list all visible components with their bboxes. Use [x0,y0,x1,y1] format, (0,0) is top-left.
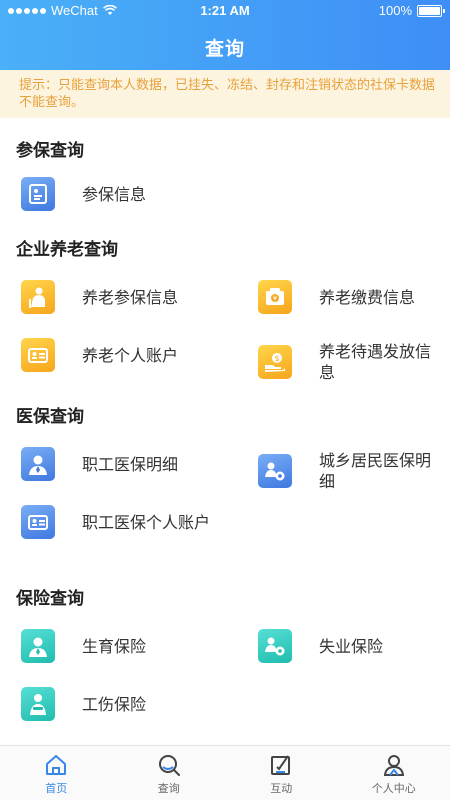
menu-item-label: 职工医保明细 [82,454,179,474]
menu-item-pension-account[interactable]: 养老个人账户 [21,330,236,380]
injured-person-icon [21,687,55,721]
tab-bar: 首页 查询 互动 个人中心 [0,745,450,800]
document-card-icon [21,177,55,211]
edit-icon [271,755,291,775]
elderly-person-icon [21,280,55,314]
menu-item-employee-medical-detail[interactable]: 职工医保明细 [21,439,236,489]
menu-item-label: 职工医保个人账户 [82,512,211,532]
menu-item-label: 养老参保信息 [82,287,179,307]
menu-item-injury-insurance[interactable]: 工伤保险 [21,679,236,729]
menu-item-pension-enrollment[interactable]: 养老参保信息 [21,272,236,322]
menu-item-employee-medical-account[interactable]: 职工医保个人账户 [21,497,236,547]
menu-item-label: 养老缴费信息 [319,287,416,307]
tab-label: 互动 [270,782,293,795]
tab-label: 个人中心 [371,782,416,795]
menu-item-label: 工伤保险 [82,694,147,714]
payment-box-icon: ¥ [258,280,292,314]
menu-item-label: 失业保险 [319,636,384,656]
tab-profile[interactable]: 个人中心 [338,746,450,800]
home-icon [46,755,67,775]
menu-item-label: 城乡居民医保明细 [319,451,432,491]
search-icon [158,755,180,776]
page-title: 查询 [204,38,245,60]
menu-item-pension-benefits[interactable]: $ 养老待遇发放信息 [258,337,450,387]
people-settings-icon [258,454,292,488]
svg-text:¥: ¥ [273,295,278,303]
menu-item-label: 养老个人账户 [82,345,179,365]
header: WeChat 1:21 AM 100% 查询 [0,0,450,70]
section-title-medical: 医保查询 [16,407,84,427]
tab-home[interactable]: 首页 [0,746,113,800]
id-card-icon [21,338,55,372]
menu-item-label: 养老待遇发放信息 [319,342,432,382]
user-icon [383,755,404,776]
notice-banner: 提示：只能查询本人数据，已挂失、冻结、封存和注销状态的社保卡数据不能查询。 [0,70,450,118]
menu-item-label: 参保信息 [82,184,147,204]
menu-item-maternity-insurance[interactable]: 生育保险 [21,621,236,671]
tab-label: 查询 [157,782,180,795]
section-title-enrollment: 参保查询 [16,141,84,161]
tab-label: 首页 [45,782,68,795]
menu-item-resident-medical-detail[interactable]: 城乡居民医保明细 [258,446,450,496]
person-icon [21,629,55,663]
tab-interaction[interactable]: 互动 [225,746,338,800]
status-bar: WeChat 1:21 AM 100% [0,0,450,22]
svg-text:$: $ [274,354,279,363]
people-settings-icon [258,629,292,663]
menu-item-enrollment-info[interactable]: 参保信息 [21,169,236,219]
section-title-pension: 企业养老查询 [16,240,118,260]
worker-icon [21,447,55,481]
battery-percent: 100% [378,3,412,18]
menu-item-label: 生育保险 [82,636,147,656]
tab-query[interactable]: 查询 [113,746,226,800]
id-card-icon [21,505,55,539]
menu-item-pension-payment[interactable]: ¥ 养老缴费信息 [258,272,450,322]
menu-item-unemployment-insurance[interactable]: 失业保险 [258,621,450,671]
section-title-insurance: 保险查询 [16,589,84,609]
hand-money-icon: $ [258,345,292,379]
battery-icon [417,4,445,17]
